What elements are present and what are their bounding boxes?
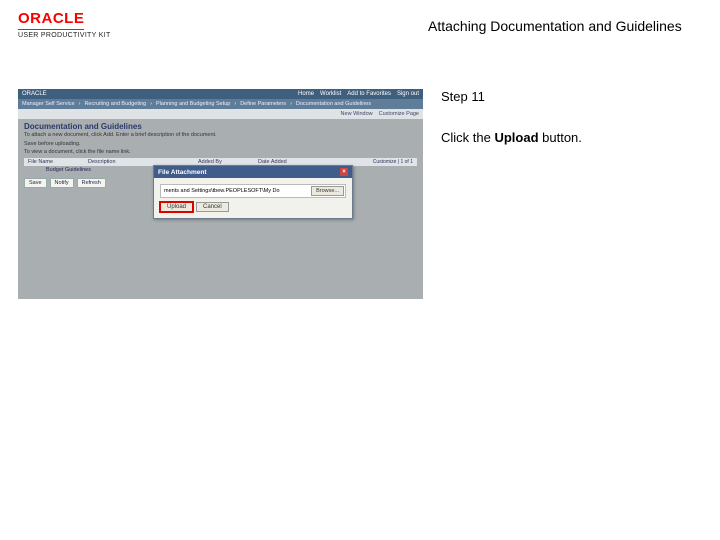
topbar-link[interactable]: Add to Favorites <box>347 91 391 97</box>
app-page-heading: Documentation and Guidelines <box>18 119 423 131</box>
file-attachment-dialog: File Attachment × Browse... Upload Cance… <box>153 165 353 219</box>
app-desc-text: To view a document, click the file name … <box>18 148 423 156</box>
embedded-screenshot: ORACLE Home Worklist Add to Favorites Si… <box>18 89 423 299</box>
subbar-link[interactable]: New Window <box>341 111 373 117</box>
refresh-button[interactable]: Refresh <box>77 178 106 188</box>
app-topbar: ORACLE Home Worklist Add to Favorites Si… <box>18 89 423 99</box>
save-button[interactable]: Save <box>24 178 47 188</box>
oracle-logo-block: ORACLE USER PRODUCTIVITY KIT <box>18 10 148 39</box>
instruction-panel: Step 11 Click the Upload button. <box>423 89 683 299</box>
topbar-link[interactable]: Worklist <box>320 91 341 97</box>
file-path-input[interactable] <box>162 187 309 195</box>
oracle-logo: ORACLE <box>18 10 84 30</box>
grid-tools[interactable]: Customize | 1 of 1 <box>369 158 417 166</box>
step-label: Step 11 <box>441 89 683 104</box>
browse-button[interactable]: Browse... <box>311 186 344 196</box>
cancel-button[interactable]: Cancel <box>196 202 229 212</box>
app-subbar: New Window Customize Page <box>18 109 423 119</box>
dialog-titlebar: File Attachment × <box>154 166 352 178</box>
app-brand: ORACLE <box>22 91 47 97</box>
step-highlight <box>159 201 194 213</box>
upload-button[interactable]: Upload <box>160 202 193 212</box>
subbar-link[interactable]: Customize Page <box>379 111 419 117</box>
instruction-text: Click the Upload button. <box>441 130 683 145</box>
app-desc-text: To attach a new document, click Add. Ent… <box>18 131 423 140</box>
app-desc-text: Save before uploading. <box>18 140 423 148</box>
breadcrumb-item[interactable]: Define Parameters <box>240 101 286 107</box>
topbar-link[interactable]: Sign out <box>397 91 419 97</box>
app-menubar: Manager Self Service› Recruiting and Bud… <box>18 99 423 109</box>
dialog-title: File Attachment <box>158 169 207 176</box>
breadcrumb-item[interactable]: Planning and Budgeting Setup <box>156 101 230 107</box>
topbar-link[interactable]: Home <box>298 91 314 97</box>
notify-button[interactable]: Notify <box>50 178 74 188</box>
breadcrumb-item[interactable]: Documentation and Guidelines <box>296 101 371 107</box>
grid-col: File Name <box>24 158 84 166</box>
breadcrumb-item[interactable]: Manager Self Service <box>22 101 75 107</box>
close-icon[interactable]: × <box>340 168 348 176</box>
page-title: Attaching Documentation and Guidelines <box>148 10 702 34</box>
breadcrumb-item[interactable]: Recruiting and Budgeting <box>84 101 146 107</box>
upk-subtitle: USER PRODUCTIVITY KIT <box>18 32 148 39</box>
